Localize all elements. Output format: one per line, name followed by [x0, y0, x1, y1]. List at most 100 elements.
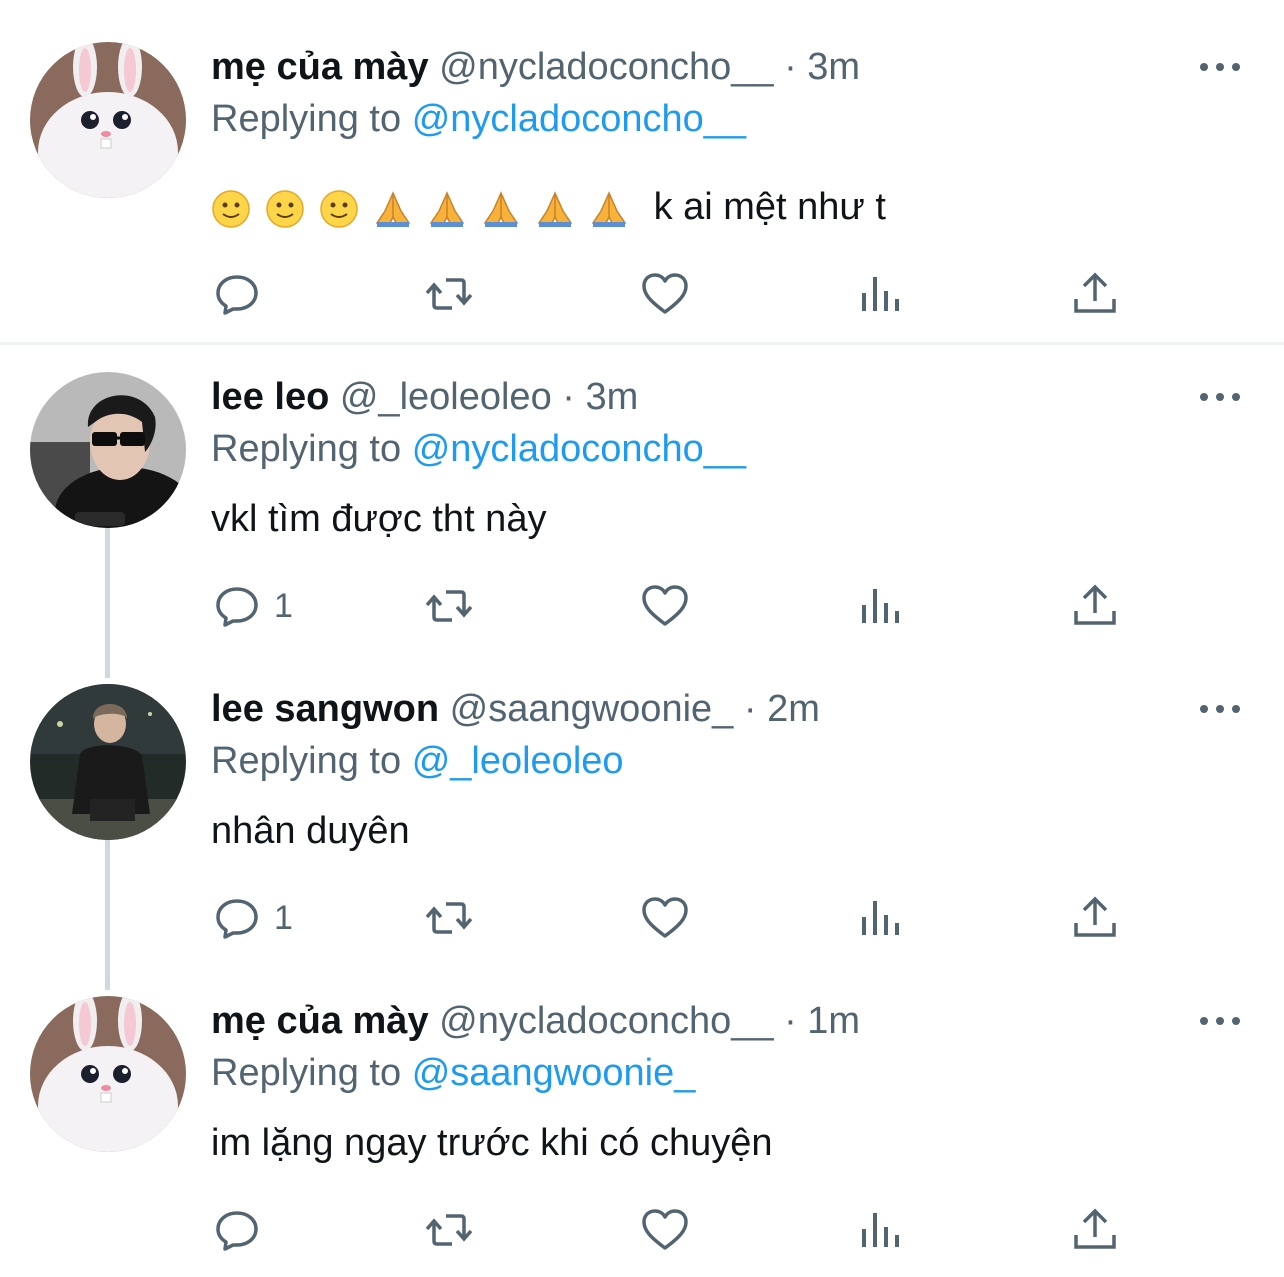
tweet-header: lee leo @_leoleoleo · 3m [211, 372, 638, 422]
divider [0, 342, 1284, 345]
mention-link[interactable]: @nycladoconcho__ [412, 98, 746, 140]
views-icon [862, 901, 899, 935]
tweet-actions [212, 269, 1132, 319]
reply-button[interactable]: 1 [212, 581, 293, 631]
replying-to: Replying to @_leoleoleo [211, 736, 624, 786]
share-icon [1074, 272, 1116, 313]
smile-emoji-icon [319, 186, 373, 228]
replying-to: Replying to @nycladoconcho__ [211, 424, 746, 474]
avatar[interactable] [30, 42, 186, 198]
avatar[interactable] [30, 996, 186, 1152]
tweet[interactable]: lee sangwon @saangwoonie_ · 2m Replying … [0, 684, 1284, 974]
like-button[interactable] [640, 269, 690, 319]
reply-icon [216, 275, 258, 315]
retweet-button[interactable] [424, 269, 474, 319]
like-icon [642, 1209, 688, 1250]
retweet-icon [425, 590, 473, 622]
folded-hands-icon [481, 186, 535, 228]
tweet[interactable]: mẹ của mày @nycladoconcho__ · 1m Replyin… [0, 996, 1284, 1277]
like-button[interactable] [640, 581, 690, 631]
views-icon [862, 277, 899, 311]
tweet-text: vkl tìm được tht này [211, 498, 547, 540]
replying-label: Replying to [211, 98, 402, 140]
reply-button[interactable] [212, 269, 274, 319]
reply-icon [216, 587, 258, 627]
user-handle[interactable]: @saangwoonie_ [450, 688, 734, 730]
mention-link[interactable]: @saangwoonie_ [412, 1052, 696, 1094]
user-handle[interactable]: @nycladoconcho__ [439, 1000, 773, 1042]
reply-count: 1 [274, 586, 293, 625]
timestamp[interactable]: 1m [807, 1000, 860, 1042]
retweet-icon [425, 1214, 473, 1246]
share-icon [1074, 584, 1116, 625]
share-button[interactable] [1070, 581, 1120, 631]
share-icon [1074, 896, 1116, 937]
replying-label: Replying to [211, 1052, 402, 1094]
display-name[interactable]: lee leo [211, 376, 329, 418]
like-button[interactable] [640, 1205, 690, 1255]
tweet[interactable]: mẹ của mày @nycladoconcho__ · 3m Replyin… [0, 42, 1284, 342]
more-icon[interactable] [1200, 382, 1240, 412]
tweet-text: k ai mệt như t [211, 182, 886, 232]
views-button[interactable] [856, 1205, 906, 1255]
smile-emoji-icon [211, 186, 265, 228]
more-icon[interactable] [1200, 694, 1240, 724]
tweet-actions: 1 [212, 581, 1132, 631]
share-button[interactable] [1070, 893, 1120, 943]
replying-label: Replying to [211, 740, 402, 782]
user-handle[interactable]: @_leoleoleo [340, 376, 552, 418]
display-name[interactable]: mẹ của mày [211, 1000, 429, 1042]
timestamp[interactable]: 3m [807, 46, 860, 88]
tweet-actions: 1 [212, 893, 1132, 943]
replying-to: Replying to @nycladoconcho__ [211, 94, 746, 144]
timestamp[interactable]: 3m [585, 376, 638, 418]
tweet-actions [212, 1205, 1132, 1255]
replying-to: Replying to @saangwoonie_ [211, 1048, 695, 1098]
tweet-body: k ai mệt như t [653, 186, 886, 228]
views-icon [862, 589, 899, 623]
retweet-icon [425, 278, 473, 310]
tweet-text: nhân duyên [211, 810, 410, 852]
like-button[interactable] [640, 893, 690, 943]
smile-emoji-icon [265, 186, 319, 228]
reply-button[interactable] [212, 1205, 274, 1255]
display-name[interactable]: mẹ của mày [211, 46, 429, 88]
folded-hands-icon [427, 186, 481, 228]
mention-link[interactable]: @_leoleoleo [412, 740, 624, 782]
share-button[interactable] [1070, 1205, 1120, 1255]
tweet-header: mẹ của mày @nycladoconcho__ · 1m [211, 996, 860, 1046]
retweet-button[interactable] [424, 893, 474, 943]
separator-dot: · [743, 688, 757, 730]
avatar[interactable] [30, 372, 186, 528]
tweet-text: im lặng ngay trước khi có chuyện [211, 1122, 773, 1164]
tweet[interactable]: lee leo @_leoleoleo · 3m Replying to @ny… [0, 372, 1284, 662]
like-icon [642, 273, 688, 314]
separator-dot: · [784, 1000, 797, 1042]
like-icon [642, 897, 688, 938]
tweet-header: mẹ của mày @nycladoconcho__ · 3m [211, 42, 860, 92]
display-name[interactable]: lee sangwon [211, 688, 439, 730]
avatar[interactable] [30, 684, 186, 840]
timestamp[interactable]: 2m [767, 688, 820, 730]
retweet-button[interactable] [424, 1205, 474, 1255]
views-button[interactable] [856, 893, 906, 943]
folded-hands-icon [535, 186, 589, 228]
like-icon [642, 585, 688, 626]
replying-label: Replying to [211, 428, 402, 470]
retweet-button[interactable] [424, 581, 474, 631]
mention-link[interactable]: @nycladoconcho__ [412, 428, 746, 470]
folded-hands-icon [589, 186, 643, 228]
share-icon [1074, 1208, 1116, 1249]
views-button[interactable] [856, 269, 906, 319]
more-icon[interactable] [1200, 52, 1240, 82]
share-button[interactable] [1070, 269, 1120, 319]
views-button[interactable] [856, 581, 906, 631]
reply-button[interactable]: 1 [212, 893, 293, 943]
tweet-header: lee sangwon @saangwoonie_ · 2m [211, 684, 820, 734]
views-icon [862, 1213, 899, 1247]
reply-icon [216, 1211, 258, 1251]
folded-hands-icon [373, 186, 427, 228]
separator-dot: · [784, 46, 797, 88]
more-icon[interactable] [1200, 1006, 1240, 1036]
user-handle[interactable]: @nycladoconcho__ [439, 46, 773, 88]
